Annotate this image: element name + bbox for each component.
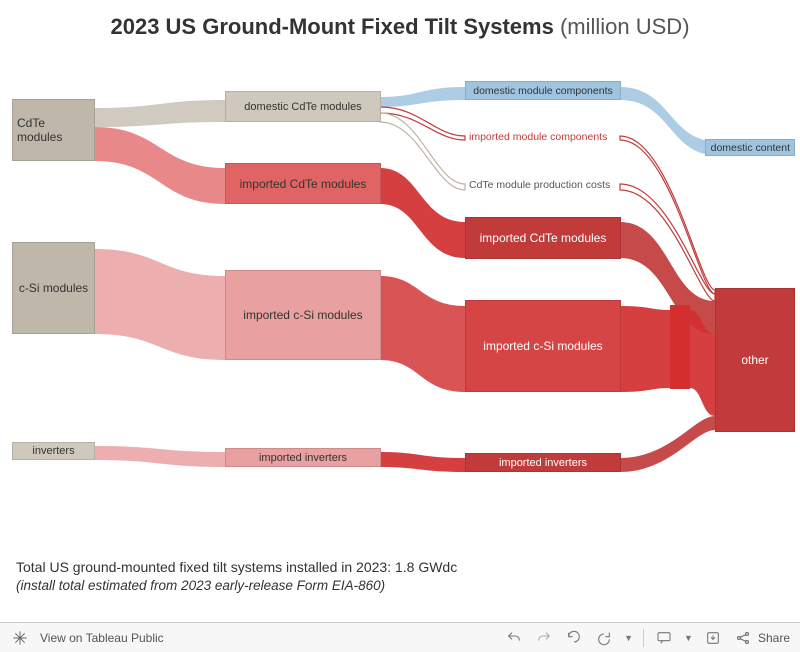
node-csi[interactable]: c-Si modules (12, 242, 95, 334)
refresh-dropdown-icon[interactable] (594, 628, 614, 648)
sankey-chart: CdTe modules c-Si modules inverters dome… (0, 44, 800, 554)
link-impcdte-impcdte2 (380, 168, 465, 258)
tableau-toolbar: View on Tableau Public ▼ ▼ Share (0, 622, 800, 652)
comment-icon[interactable] (654, 628, 674, 648)
chart-title: 2023 US Ground-Mount Fixed Tilt Systems … (0, 0, 800, 44)
caption-line1: Total US ground-mounted fixed tilt syste… (16, 558, 784, 577)
node-inverters[interactable]: inverters (12, 442, 95, 460)
link-domcdte-domcomp (380, 87, 465, 107)
link-impcsi-impcsi2 (380, 276, 465, 392)
chart-caption: Total US ground-mounted fixed tilt syste… (0, 554, 800, 603)
undo-icon[interactable] (504, 628, 524, 648)
node-imp-comp[interactable]: imported module components (465, 130, 621, 143)
node-imp-cdte2[interactable]: imported CdTe modules (465, 217, 621, 259)
dropdown-caret-icon[interactable]: ▼ (684, 633, 693, 643)
link-csi-impcsi (95, 249, 225, 360)
redo-icon[interactable] (534, 628, 554, 648)
link-cdte-domcdte (95, 100, 225, 127)
node-imp-inv2[interactable]: imported inverters (465, 453, 621, 472)
node-imp-csi[interactable]: imported c-Si modules (225, 270, 381, 360)
node-dom-comp[interactable]: domestic module components (465, 81, 621, 100)
node-bridge (670, 305, 690, 389)
share-button[interactable]: Share (733, 628, 790, 648)
node-imp-cdte[interactable]: imported CdTe modules (225, 163, 381, 204)
node-other[interactable]: other (715, 288, 795, 432)
node-cdte[interactable]: CdTe modules (12, 99, 95, 161)
caption-line2: (install total estimated from 2023 early… (16, 577, 784, 595)
tableau-logo-icon[interactable] (10, 628, 30, 648)
node-imp-inv[interactable]: imported inverters (225, 448, 381, 467)
link-cdte-impcdte (95, 127, 225, 204)
separator (643, 629, 644, 647)
download-icon[interactable] (703, 628, 723, 648)
node-cdte-cost[interactable]: CdTe module production costs (465, 178, 625, 191)
dropdown-caret-icon[interactable]: ▼ (624, 633, 633, 643)
share-icon (733, 628, 753, 648)
node-dom-cdte[interactable]: domestic CdTe modules (225, 91, 381, 122)
link-domcdte-impcomp (380, 107, 465, 140)
replay-icon[interactable] (564, 628, 584, 648)
link-inv-impinv (95, 446, 225, 467)
link-impinv2-other (620, 416, 715, 472)
title-unit: (million USD) (560, 14, 690, 39)
node-dom-content[interactable]: domestic content (705, 139, 795, 156)
title-main: 2023 US Ground-Mount Fixed Tilt Systems (110, 14, 553, 39)
view-on-public-link[interactable]: View on Tableau Public (40, 631, 164, 645)
link-impcsi2-bridge (620, 306, 670, 392)
link-impinv-impinv2 (380, 452, 465, 472)
node-imp-csi2[interactable]: imported c-Si modules (465, 300, 621, 392)
